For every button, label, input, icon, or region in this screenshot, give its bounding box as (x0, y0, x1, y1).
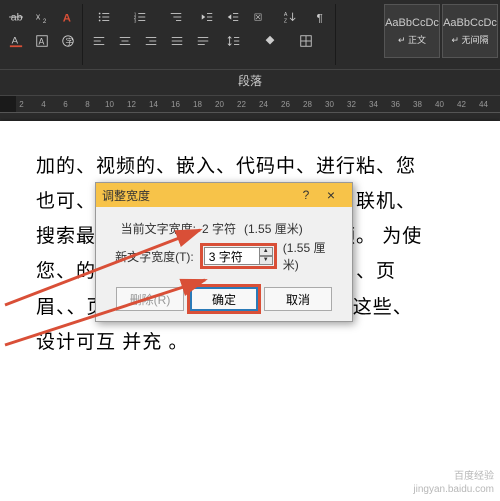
align-left-icon[interactable] (87, 30, 111, 52)
dialog-title: 调整宽度 (102, 187, 296, 204)
ribbon: abc x2 A A A 字 123 ☒ AZ ¶ (0, 0, 500, 70)
enclose-icon[interactable]: 字 (56, 30, 80, 52)
svg-text:字: 字 (65, 37, 73, 47)
svg-text:A: A (63, 12, 71, 24)
asian-layout-icon[interactable]: ☒ (247, 6, 271, 28)
style-nospacing[interactable]: AaBbCcDc ↵ 无间隔 (442, 4, 498, 58)
numbering-icon[interactable]: 123 (123, 6, 157, 28)
help-icon[interactable]: ? (296, 188, 316, 202)
subscript-icon[interactable]: x2 (30, 6, 54, 28)
current-width-label: 当前文字宽度: (108, 220, 196, 237)
section-label: 段落 (0, 70, 500, 95)
current-width-value: 2 字符 (202, 220, 236, 237)
svg-text:A: A (284, 12, 288, 18)
line-spacing-icon[interactable] (217, 30, 251, 52)
watermark: 百度经验 jingyan.baidu.com (413, 470, 494, 496)
adjust-width-dialog: 调整宽度 ? × 当前文字宽度: 2 字符 (1.55 厘米) 新文字宽度(T)… (95, 182, 353, 322)
show-marks-icon[interactable]: ¶ (309, 6, 333, 28)
strikethrough-icon[interactable]: abc (4, 6, 28, 28)
svg-text:2: 2 (43, 18, 47, 24)
align-right-icon[interactable] (139, 30, 163, 52)
increase-indent-icon[interactable] (221, 6, 245, 28)
style-normal[interactable]: AaBbCcDc ↵ 正文 (384, 4, 440, 58)
ok-button[interactable]: 确定 (190, 287, 258, 311)
svg-text:Z: Z (284, 18, 288, 24)
new-width-label: 新文字宽度(T): (108, 248, 194, 265)
distribute-icon[interactable] (191, 30, 215, 52)
close-icon[interactable]: × (316, 187, 346, 203)
char-shading-icon[interactable]: A (30, 30, 54, 52)
bullets-icon[interactable] (87, 6, 121, 28)
justify-icon[interactable] (165, 30, 189, 52)
font-color-icon[interactable]: A (4, 30, 28, 52)
spin-down-icon[interactable]: ▼ (259, 256, 273, 265)
borders-icon[interactable] (289, 30, 323, 52)
svg-text:☒: ☒ (254, 13, 263, 24)
dialog-titlebar[interactable]: 调整宽度 ? × (96, 183, 352, 207)
svg-text:A: A (12, 36, 19, 47)
text-effects-icon[interactable]: A (56, 6, 80, 28)
decrease-indent-icon[interactable] (195, 6, 219, 28)
current-width-cm: (1.55 厘米) (244, 220, 303, 237)
svg-text:A: A (39, 37, 45, 47)
new-width-highlight: ▲ ▼ (200, 243, 277, 269)
shading-icon[interactable] (253, 30, 287, 52)
multilevel-icon[interactable] (159, 6, 193, 28)
svg-text:3: 3 (134, 18, 137, 23)
spin-up-icon[interactable]: ▲ (259, 247, 273, 256)
styles-gallery: AaBbCcDc ↵ 正文 AaBbCcDc ↵ 无间隔 (384, 4, 498, 65)
sort-icon[interactable]: AZ (273, 6, 307, 28)
delete-button[interactable]: 删除(R) (116, 287, 184, 311)
new-width-cm: (1.55 厘米) (283, 239, 340, 273)
new-width-input[interactable] (204, 247, 260, 265)
svg-text:abc: abc (11, 12, 23, 24)
svg-text:x: x (36, 12, 41, 22)
cancel-button[interactable]: 取消 (264, 287, 332, 311)
align-center-icon[interactable] (113, 30, 137, 52)
svg-text:¶: ¶ (317, 12, 323, 24)
horizontal-ruler[interactable]: 2468101214161820222426283032343638404244 (0, 95, 500, 113)
